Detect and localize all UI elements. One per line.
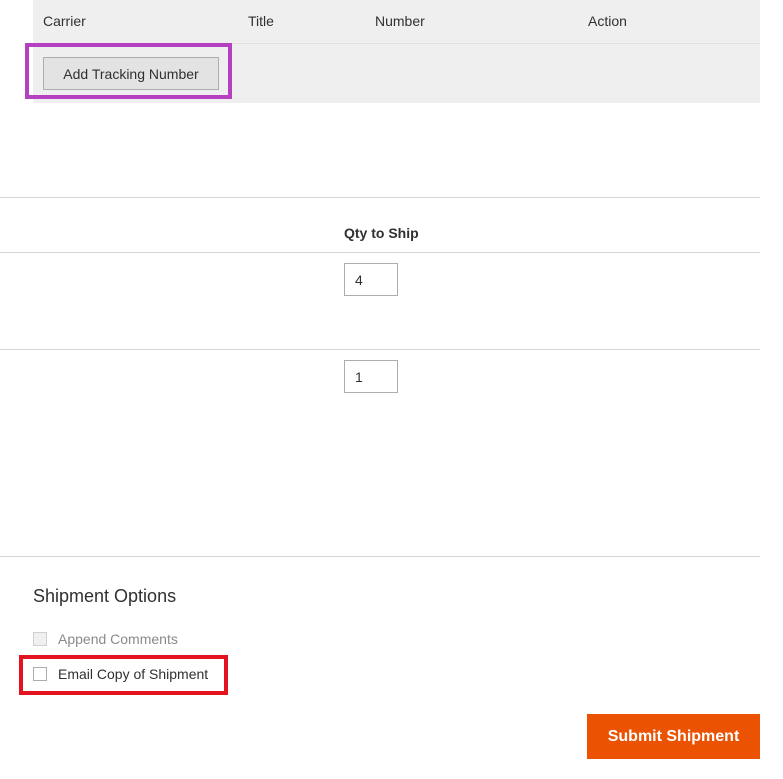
column-header-number: Number [375, 13, 425, 29]
qty-to-ship-input-1[interactable] [344, 263, 398, 296]
append-comments-option[interactable]: Append Comments [33, 631, 178, 647]
divider [0, 252, 760, 253]
divider [0, 349, 760, 350]
email-copy-checkbox[interactable] [33, 667, 47, 681]
new-shipment-page: Carrier Title Number Action Add Tracking… [0, 0, 783, 779]
email-copy-label: Email Copy of Shipment [58, 666, 209, 682]
column-header-title: Title [248, 13, 274, 29]
column-header-action: Action [588, 13, 627, 29]
qty-to-ship-header: Qty to Ship [344, 225, 419, 241]
append-comments-checkbox[interactable] [33, 632, 47, 646]
column-header-carrier: Carrier [43, 13, 86, 29]
qty-to-ship-input-2[interactable] [344, 360, 398, 393]
divider [0, 197, 760, 198]
append-comments-label: Append Comments [58, 631, 178, 647]
add-tracking-number-button[interactable]: Add Tracking Number [43, 57, 219, 90]
email-copy-option[interactable]: Email Copy of Shipment [33, 666, 208, 682]
shipment-options-title: Shipment Options [33, 586, 177, 606]
submit-shipment-button[interactable]: Submit Shipment [587, 714, 760, 759]
tracking-table-header: Carrier Title Number Action [33, 0, 760, 44]
divider [0, 556, 760, 557]
